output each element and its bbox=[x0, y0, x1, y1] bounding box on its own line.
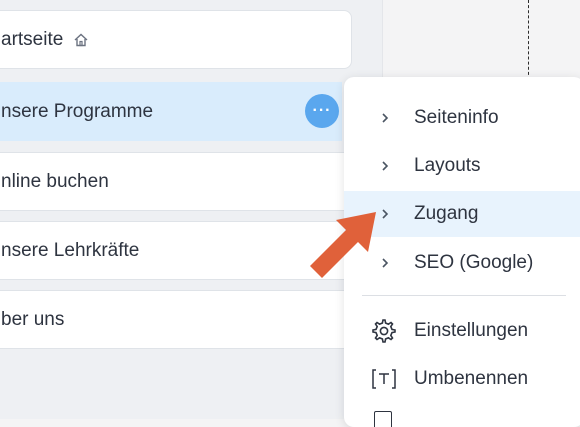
menu-item-einstellungen[interactable]: Einstellungen bbox=[344, 308, 580, 354]
menu-item-seiteninfo[interactable]: Seiteninfo bbox=[344, 95, 580, 141]
page-label: nsere Lehrkräfte bbox=[1, 239, 140, 261]
menu-divider bbox=[362, 295, 566, 296]
menu-item-label: Umbenennen bbox=[414, 368, 529, 389]
menu-item-label: Seiteninfo bbox=[414, 107, 499, 128]
rename-icon bbox=[369, 368, 399, 390]
menu-item-layouts[interactable]: Layouts bbox=[344, 143, 580, 189]
menu-item-label: Einstellungen bbox=[414, 320, 529, 341]
page-item-lehrkraefte[interactable]: nsere Lehrkräfte bbox=[0, 221, 352, 280]
more-options-button[interactable]: ··· bbox=[305, 94, 339, 128]
chevron-right-icon bbox=[375, 160, 395, 172]
dashed-guide-line bbox=[528, 0, 529, 80]
menu-item-umbenennen[interactable]: Umbenennen bbox=[344, 356, 580, 402]
page-label: ber uns bbox=[1, 308, 65, 330]
more-icon: ··· bbox=[312, 102, 332, 119]
chevron-right-icon bbox=[375, 112, 395, 124]
page-label: nline buchen bbox=[1, 170, 109, 192]
menu-item-label: Layouts bbox=[414, 155, 481, 176]
annotation-arrow-icon bbox=[310, 212, 376, 278]
page-item-online-buchen[interactable]: nline buchen bbox=[0, 152, 352, 211]
menu-item-label: Zugang bbox=[414, 203, 479, 224]
home-icon bbox=[73, 32, 89, 48]
menu-item-label: SEO (Google) bbox=[414, 252, 534, 273]
page-item-ueber-uns[interactable]: ber uns bbox=[0, 290, 352, 349]
page-label: nsere Programme bbox=[1, 100, 154, 122]
page-label: artseite bbox=[1, 28, 64, 50]
page-item-startseite[interactable]: artseite bbox=[0, 10, 352, 69]
gear-icon bbox=[369, 318, 399, 344]
partial-menu-icon bbox=[374, 411, 392, 427]
page-item-programme[interactable]: nsere Programme bbox=[0, 82, 342, 141]
